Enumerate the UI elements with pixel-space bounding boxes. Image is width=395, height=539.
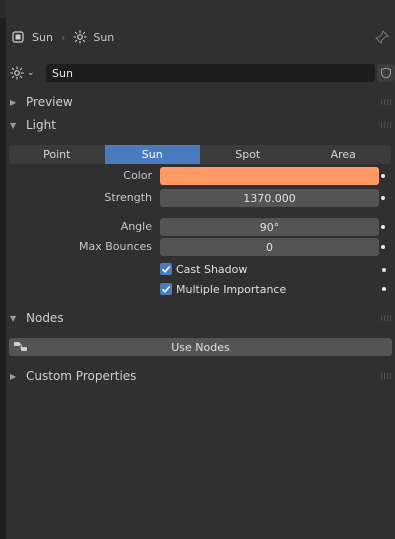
drag-handle-icon[interactable] xyxy=(381,122,391,128)
cast-shadow-checkbox[interactable]: Cast Shadow xyxy=(160,260,247,278)
color-row: Color xyxy=(6,166,395,186)
section-preview-header[interactable]: ▶ Preview xyxy=(6,91,395,113)
breadcrumb-object-name[interactable]: Sun xyxy=(32,31,53,44)
use-nodes-label: Use Nodes xyxy=(171,340,230,354)
breadcrumb-data-name[interactable]: Sun xyxy=(93,31,114,44)
multiple-importance-checkbox[interactable]: Multiple Importance xyxy=(160,280,286,298)
use-nodes-button[interactable]: Use Nodes xyxy=(9,338,392,356)
breadcrumb-separator: › xyxy=(60,30,66,44)
datablock-selector: ⌄ Sun xyxy=(6,62,395,84)
max-bounces-field[interactable]: 0 xyxy=(160,238,379,256)
animate-property-dot[interactable] xyxy=(381,225,385,229)
animate-property-dot[interactable] xyxy=(381,196,385,200)
section-nodes-label: Nodes xyxy=(26,311,64,325)
color-label: Color xyxy=(123,169,152,182)
multiple-importance-label: Multiple Importance xyxy=(176,282,287,296)
sun-icon xyxy=(73,30,87,44)
animate-property-dot[interactable] xyxy=(382,287,386,291)
chevron-down-icon: ⌄ xyxy=(27,68,35,78)
light-type-spot[interactable]: Spot xyxy=(200,145,296,164)
strength-label: Strength xyxy=(104,191,152,204)
collapse-arrow-icon: ▼ xyxy=(10,313,17,323)
sun-icon xyxy=(10,66,24,80)
checkmark-icon xyxy=(160,263,172,275)
angle-field[interactable]: 90° xyxy=(160,218,379,236)
expand-arrow-icon: ▶ xyxy=(10,97,17,107)
section-custom-properties-header[interactable]: ▶ Custom Properties xyxy=(6,365,395,387)
animate-property-dot[interactable] xyxy=(381,174,385,178)
animate-property-dot[interactable] xyxy=(381,245,385,249)
shield-icon[interactable] xyxy=(377,64,395,82)
section-preview-label: Preview xyxy=(26,95,73,109)
strength-field[interactable]: 1370.000 xyxy=(160,189,379,207)
section-custom-properties-label: Custom Properties xyxy=(26,369,137,383)
color-swatch[interactable] xyxy=(160,167,379,185)
section-nodes-header[interactable]: ▼ Nodes xyxy=(6,307,395,329)
cast-shadow-label: Cast Shadow xyxy=(176,262,248,276)
light-type-dropdown[interactable]: ⌄ xyxy=(10,64,44,82)
animate-property-dot[interactable] xyxy=(382,268,386,272)
light-type-point[interactable]: Point xyxy=(9,145,105,164)
node-tree-icon xyxy=(13,340,29,354)
strength-row: Strength 1370.000 xyxy=(6,188,395,208)
object-icon xyxy=(12,31,24,43)
light-type-sun[interactable]: Sun xyxy=(104,145,200,164)
angle-label: Angle xyxy=(120,220,152,233)
drag-handle-icon[interactable] xyxy=(381,99,391,105)
max-bounces-row: Max Bounces 0 xyxy=(6,237,395,257)
datablock-name-field[interactable]: Sun xyxy=(46,64,375,82)
drag-handle-icon[interactable] xyxy=(381,373,391,379)
expand-arrow-icon: ▶ xyxy=(10,371,17,381)
pin-icon[interactable] xyxy=(375,30,389,44)
section-light-label: Light xyxy=(26,118,56,132)
light-type-area[interactable]: Area xyxy=(296,145,392,164)
breadcrumb: Sun › Sun xyxy=(6,18,395,56)
max-bounces-label: Max Bounces xyxy=(78,240,152,253)
drag-handle-icon[interactable] xyxy=(381,315,391,321)
collapse-arrow-icon: ▼ xyxy=(10,120,17,130)
checkmark-icon xyxy=(160,283,172,295)
section-light-header[interactable]: ▼ Light xyxy=(6,114,395,136)
light-type-selector: Point Sun Spot Area xyxy=(9,145,391,164)
angle-row: Angle 90° xyxy=(6,217,395,237)
